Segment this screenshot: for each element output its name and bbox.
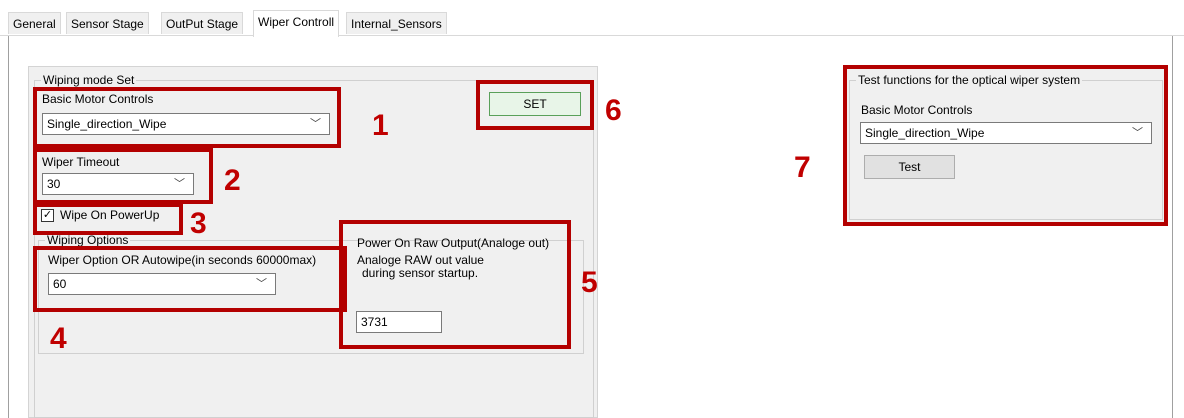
power-on-title: Power On Raw Output(Analoge out) [357,236,550,250]
annotation-number-3: 3 [190,207,207,240]
chevron-down-icon: ﹀ [174,178,185,190]
tab-general[interactable]: General [8,12,61,34]
tab-internal-sensors[interactable]: Internal_Sensors [346,12,447,34]
power-on-desc-line2: during sensor startup. [362,266,479,280]
test-functions-group: Test functions for the optical wiper sys… [849,73,1163,220]
annotation-number-5: 5 [581,266,598,299]
wiper-option-combo[interactable]: 60 ﹀ [48,273,276,295]
wipe-on-powerup-checkbox[interactable]: ✓ [41,209,54,222]
checkmark-icon: ✓ [42,209,53,221]
wiper-timeout-combo[interactable]: 30 ﹀ [42,173,194,195]
wiper-option-value: 60 [53,277,67,291]
right-basic-motor-label: Basic Motor Controls [861,103,973,117]
annotation-number-7: 7 [794,151,811,184]
test-button[interactable]: Test [864,155,955,179]
wiping-mode-title: Wiping mode Set [41,73,137,87]
test-functions-title: Test functions for the optical wiper sys… [856,73,1083,87]
wiper-option-label: Wiper Option OR Autowipe(in seconds 6000… [48,253,317,267]
annotation-number-6: 6 [605,94,622,127]
wiper-timeout-label: Wiper Timeout [42,155,120,169]
power-on-desc-line1: Analoge RAW out value [357,253,484,267]
tab-wiper-controll[interactable]: Wiper Controll [253,10,340,37]
tab-output-stage[interactable]: OutPut Stage [161,12,244,34]
basic-motor-combo[interactable]: Single_direction_Wipe ﹀ [42,113,330,135]
wiper-timeout-value: 30 [47,177,61,191]
basic-motor-label: Basic Motor Controls [42,92,154,106]
tab-strip: General Sensor Stage OutPut Stage Wiper … [0,0,1184,37]
annotation-number-4: 4 [50,322,67,355]
wipe-on-powerup-label: Wipe On PowerUp [60,208,160,222]
annotation-number-1: 1 [372,109,389,142]
chevron-down-icon: ﹀ [1132,127,1143,139]
chevron-down-icon: ﹀ [310,118,321,130]
set-button[interactable]: SET [489,92,581,116]
wiping-options-title: Wiping Options [45,233,131,247]
right-basic-motor-combo[interactable]: Single_direction_Wipe ﹀ [860,122,1152,144]
right-basic-motor-value: Single_direction_Wipe [865,126,985,140]
power-on-value-input[interactable]: 3731 [356,311,442,333]
chevron-down-icon: ﹀ [256,278,267,290]
annotation-number-2: 2 [224,164,241,197]
tab-sensor-stage[interactable]: Sensor Stage [66,12,149,34]
basic-motor-value: Single_direction_Wipe [47,117,167,131]
